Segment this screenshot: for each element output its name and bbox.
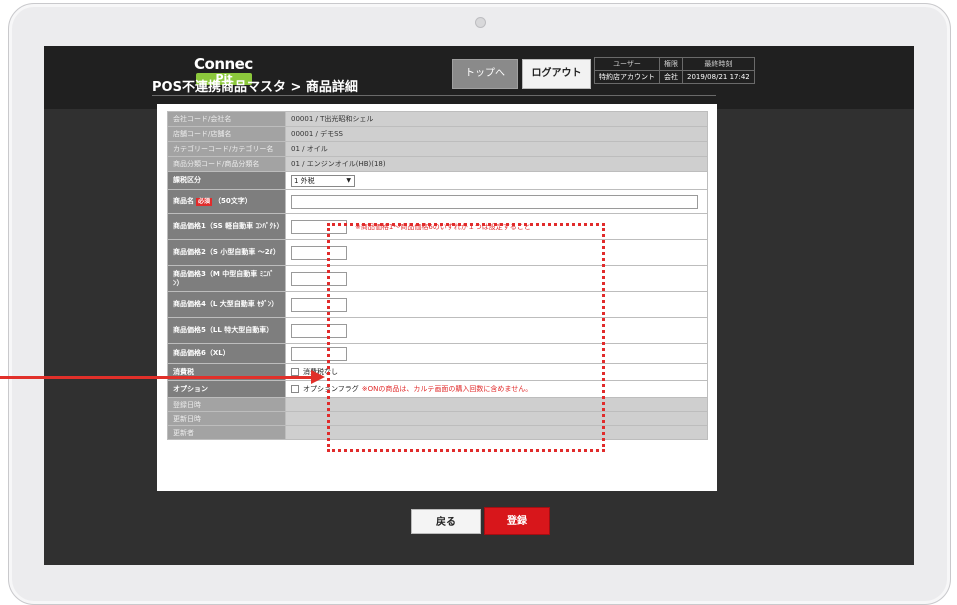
updated-by-label: 更新者 xyxy=(167,425,286,440)
title-divider xyxy=(152,95,716,96)
option-label: オプション xyxy=(167,380,286,398)
store-label: 店舗コード/店舗名 xyxy=(167,126,286,142)
info-header-time: 最終時刻 xyxy=(682,57,755,71)
camera-icon xyxy=(475,17,486,28)
registered-at-label: 登録日時 xyxy=(167,397,286,412)
tax-type-label: 課税区分 xyxy=(167,171,286,190)
price6-label: 商品価格6（XL） xyxy=(167,343,286,364)
register-button[interactable]: 登録 xyxy=(484,507,550,535)
price3-label: 商品価格3（M 中型自動車 ﾐﾆﾊﾞﾝ） xyxy=(167,265,286,292)
price3-input[interactable] xyxy=(291,271,347,286)
detail-panel: 会社コード/会社名 00001 / T出光昭和シェル 店舗コード/店舗名 000… xyxy=(157,104,717,491)
product-name-suffix: （50文字） xyxy=(214,197,252,205)
price1-input[interactable] xyxy=(291,219,347,234)
price4-label: 商品価格4（L 大型自動車 ｾﾀﾞﾝ） xyxy=(167,291,286,318)
product-form: 会社コード/会社名 00001 / T出光昭和シェル 店舗コード/店舗名 000… xyxy=(167,111,708,440)
price4-input[interactable] xyxy=(291,297,347,312)
option-check-label: オプションフラグ xyxy=(303,385,359,393)
updated-by-value xyxy=(285,425,708,440)
option-note: ※ONの商品は、カルテ画面の購入回数に含めません。 xyxy=(361,385,533,393)
price5-label: 商品価格5（LL 特大型自動車） xyxy=(167,317,286,344)
laptop-frame: Connec Pit トップへ ログアウト ユーザー 権限 最終時刻 特約店アカ… xyxy=(0,0,957,605)
logout-button[interactable]: ログアウト xyxy=(522,59,591,89)
info-header-role: 権限 xyxy=(659,57,683,71)
back-button[interactable]: 戻る xyxy=(411,509,481,534)
price-note: ※商品価格1～商品価格6のいずれか１つは設定すること xyxy=(355,222,531,231)
arrow-right-icon xyxy=(311,370,325,384)
info-value-role: 会社 xyxy=(659,70,683,84)
consumption-tax-checkbox[interactable] xyxy=(291,368,299,376)
subcategory-label: 商品分類コード/商品分類名 xyxy=(167,156,286,172)
category-value: 01 / オイル xyxy=(285,141,708,157)
product-name-label: 商品名 xyxy=(173,197,194,205)
tax-type-selected: 1 外税 xyxy=(294,176,315,185)
product-name-input[interactable] xyxy=(291,194,698,209)
updated-at-label: 更新日時 xyxy=(167,411,286,426)
category-label: カテゴリーコード/カテゴリー名 xyxy=(167,141,286,157)
store-value: 00001 / デモSS xyxy=(285,126,708,142)
page-title: POS不連携商品マスタ > 商品詳細 xyxy=(152,80,358,95)
updated-at-value xyxy=(285,411,708,426)
info-value-time: 2019/08/21 17:42 xyxy=(682,70,755,84)
required-badge: 必須 xyxy=(196,198,213,206)
option-checkbox[interactable] xyxy=(291,385,299,393)
info-header-user: ユーザー xyxy=(594,57,660,71)
annotation-arrow-line xyxy=(0,376,312,379)
price1-label: 商品価格1（SS 軽自動車 ｺﾝﾊﾟｸﾄ） xyxy=(167,213,286,240)
chevron-down-icon: ▼ xyxy=(346,176,351,184)
logo-text: Connec xyxy=(194,55,253,73)
subcategory-value: 01 / エンジンオイル(HB)(18) xyxy=(285,156,708,172)
price5-input[interactable] xyxy=(291,323,347,338)
info-value-user: 特約店アカウント xyxy=(594,70,660,84)
tax-type-select[interactable]: 1 外税 ▼ xyxy=(291,174,355,187)
price2-input[interactable] xyxy=(291,245,347,260)
registered-at-value xyxy=(285,397,708,412)
top-page-button[interactable]: トップへ xyxy=(452,59,518,89)
user-info-table: ユーザー 権限 最終時刻 特約店アカウント 会社 2019/08/21 17:4… xyxy=(594,57,755,84)
company-label: 会社コード/会社名 xyxy=(167,111,286,127)
product-name-label-cell: 商品名 必須 （50文字） xyxy=(167,189,286,214)
company-value: 00001 / T出光昭和シェル xyxy=(285,111,708,127)
price2-label: 商品価格2（S 小型自動車 ～2ℓ） xyxy=(167,239,286,266)
price6-input[interactable] xyxy=(291,346,347,361)
